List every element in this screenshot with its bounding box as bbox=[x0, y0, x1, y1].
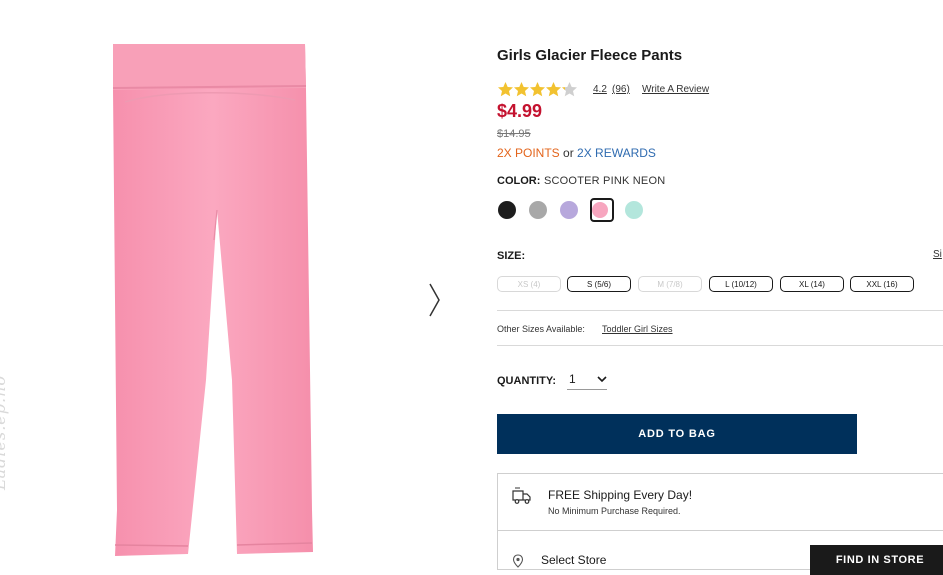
star-rating bbox=[497, 81, 577, 98]
map-pin-icon bbox=[512, 554, 524, 568]
divider bbox=[497, 310, 943, 311]
truck-icon bbox=[512, 487, 531, 504]
add-to-bag-button[interactable]: ADD TO BAG bbox=[497, 414, 857, 454]
size-option[interactable]: XL (14) bbox=[780, 276, 844, 292]
size-option[interactable]: L (10/12) bbox=[709, 276, 773, 292]
rewards-or-text: or bbox=[559, 146, 578, 160]
size-option[interactable]: S (5/6) bbox=[567, 276, 631, 292]
write-review-link[interactable]: Write A Review bbox=[642, 84, 709, 95]
original-price: $14.95 bbox=[497, 128, 531, 140]
quantity-label: QUANTITY: bbox=[497, 375, 557, 387]
divider bbox=[497, 345, 943, 346]
size-option[interactable]: XS (4) bbox=[497, 276, 561, 292]
rewards-line: 2X POINTS or 2X REWARDS bbox=[497, 146, 656, 160]
color-swatch-lavender[interactable] bbox=[560, 201, 578, 219]
product-image bbox=[112, 44, 313, 556]
color-swatch-black[interactable] bbox=[498, 201, 516, 219]
chevron-right-icon[interactable] bbox=[424, 280, 444, 320]
other-sizes-label: Other Sizes Available: bbox=[497, 324, 585, 334]
review-count-link[interactable]: (96) bbox=[612, 84, 630, 95]
sale-price: $4.99 bbox=[497, 101, 543, 121]
star-icon bbox=[514, 82, 529, 97]
color-swatch-pink[interactable] bbox=[592, 202, 608, 218]
size-chart-link[interactable]: Si bbox=[933, 249, 942, 260]
points-text: 2X POINTS bbox=[497, 146, 560, 160]
size-option[interactable]: XXL (16) bbox=[850, 276, 914, 292]
quantity-value: 1 bbox=[569, 372, 576, 386]
color-value: SCOOTER PINK NEON bbox=[544, 175, 666, 187]
color-swatch-mint[interactable] bbox=[625, 201, 643, 219]
star-icon bbox=[530, 82, 545, 97]
color-label: COLOR: bbox=[497, 175, 541, 187]
find-in-store-button[interactable]: FIND IN STORE bbox=[810, 545, 943, 575]
rewards-text: 2X REWARDS bbox=[577, 146, 656, 160]
free-shipping-subtitle: No Minimum Purchase Required. bbox=[548, 506, 681, 516]
star-icon bbox=[562, 82, 577, 97]
size-option[interactable]: M (7/8) bbox=[638, 276, 702, 292]
watermark-text: Ladies.ep.no bbox=[0, 374, 9, 490]
size-label: SIZE: bbox=[497, 250, 526, 262]
toddler-sizes-link[interactable]: Toddler Girl Sizes bbox=[602, 324, 673, 334]
star-icon bbox=[498, 82, 513, 97]
star-icon bbox=[546, 82, 561, 97]
shipping-box bbox=[497, 473, 943, 531]
chevron-down-icon bbox=[597, 376, 607, 383]
product-title: Girls Glacier Fleece Pants bbox=[497, 47, 683, 64]
free-shipping-title: FREE Shipping Every Day! bbox=[548, 488, 693, 502]
select-store-link[interactable]: Select Store bbox=[541, 553, 606, 567]
quantity-select[interactable]: 1 bbox=[567, 372, 607, 390]
color-swatch-gray[interactable] bbox=[529, 201, 547, 219]
rating-value[interactable]: 4.2 bbox=[593, 84, 607, 95]
